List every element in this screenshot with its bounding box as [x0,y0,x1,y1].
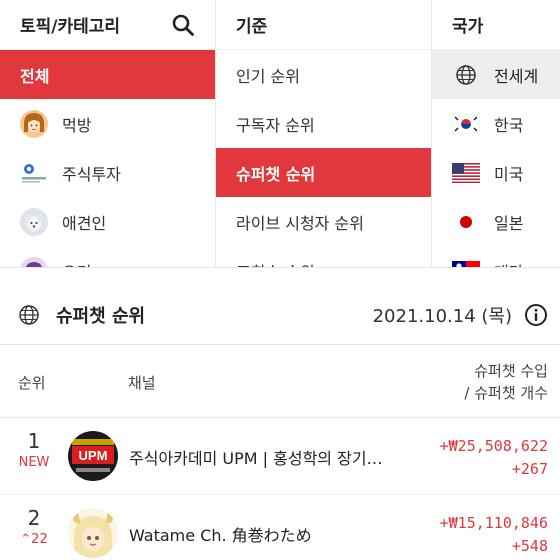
category-header-label: 토픽/카테고리 [20,17,121,37]
channel-name[interactable]: 주식아카데미 UPM | 홍성학의 장기투자 [129,445,385,469]
country-item-label: 한국 [494,115,524,135]
dog-avatar-icon [20,207,48,236]
globe-icon [19,304,39,325]
country-item-taiwan[interactable]: 대만 [432,246,560,268]
category-item-label: 전체 [20,66,50,86]
category-item-dog[interactable]: 애견인 [0,197,215,246]
criteria-item-label: 조회수 순위 [236,259,315,268]
country-header: 국가 [432,0,560,50]
rank-number: 2 [27,506,41,530]
taiwan-flag-icon [452,260,480,267]
category-item-label: 요리 [62,259,91,268]
ranking-header: 슈퍼챗 순위 2021.10.14 (목) [0,285,560,345]
channel-name[interactable]: Watame Ch. 角巻わため [129,522,385,546]
cooking-avatar-icon [20,256,48,267]
usa-flag-icon [452,162,480,183]
channel-avatar-text: UPM [79,448,108,463]
category-item-cooking[interactable]: 요리 [0,246,215,268]
rank-number: 1 [27,429,41,453]
criteria-item-label: 슈퍼챗 순위 [236,164,316,184]
search-icon[interactable] [171,13,195,37]
rank-change: ⌃22 [20,532,48,547]
criteria-column: 기준 인기 순위 구독자 순위 슈퍼챗 순위 라이브 시청자 순위 조회수 순위 [216,0,432,268]
criteria-item-live-viewers[interactable]: 라이브 시청자 순위 [216,197,431,246]
criteria-item-views[interactable]: 조회수 순위 [216,246,431,268]
ranking-date[interactable]: 2021.10.14 (목) [373,302,512,328]
info-icon[interactable] [524,303,548,327]
country-item-usa[interactable]: 미국 [432,148,560,197]
category-item-label: 애견인 [62,213,107,233]
country-item-worldwide[interactable]: 전세계 [432,50,560,99]
superchat-metric: +₩15,110,846 +548 [440,512,548,558]
superchat-amount: +₩25,508,622 [439,437,548,455]
country-item-label: 대만 [494,259,523,268]
superchat-metric: +₩25,508,622 +267 [440,435,548,481]
channel-avatar[interactable] [68,508,118,558]
superchat-amount: +₩15,110,846 [439,514,548,532]
superchat-count: +548 [511,537,548,555]
country-column: 국가 전세계 한국 미국 일본 [432,0,560,268]
superchat-count: +267 [511,460,548,478]
table-header: 순위 채널 슈퍼챗 수입 / 슈퍼챗 개수 [0,346,560,418]
ranking-title: 슈퍼챗 순위 [56,305,146,327]
category-item-stocks[interactable]: 주식투자 [0,148,215,197]
criteria-item-label: 구독자 순위 [236,115,315,135]
mukbang-avatar-icon [20,109,48,138]
criteria-header-label: 기준 [236,17,268,37]
column-header-metric: 슈퍼챗 수입 / 슈퍼챗 개수 [464,360,548,404]
korea-flag-icon [452,113,480,134]
country-item-label: 일본 [494,213,524,233]
japan-flag-icon [452,211,480,232]
category-item-all[interactable]: 전체 [0,50,215,99]
category-item-mukbang[interactable]: 먹방 [0,99,215,148]
criteria-item-label: 라이브 시청자 순위 [236,213,364,233]
filter-panel: 토픽/카테고리 전체 먹방 주식투자 애견인 기준 인기 순위 구독자 순위 슈… [0,0,560,268]
rank-change: NEW [18,455,50,470]
criteria-item-subscribers[interactable]: 구독자 순위 [216,99,431,148]
category-column: 토픽/카테고리 전체 먹방 주식투자 애견인 [0,0,216,268]
category-item-label: 주식투자 [62,164,121,184]
country-item-korea[interactable]: 한국 [432,99,560,148]
country-item-japan[interactable]: 일본 [432,197,560,246]
table-row[interactable]: 1 NEW UPM 주식아카데미 UPM | 홍성학의 장기투자 +₩25,50… [0,419,560,495]
rank-cell: 2 ⌃22 [0,506,68,547]
stock-logo-icon [20,158,48,187]
channel-avatar[interactable]: UPM [68,431,118,481]
country-item-label: 미국 [494,164,524,184]
country-header-label: 국가 [452,17,484,37]
criteria-header: 기준 [216,0,431,50]
column-header-metric-line2: / 슈퍼챗 개수 [464,384,548,402]
column-header-rank: 순위 [18,374,46,392]
category-header: 토픽/카테고리 [0,0,215,50]
criteria-item-label: 인기 순위 [236,66,300,86]
category-item-label: 먹방 [62,115,92,135]
column-header-metric-line1: 슈퍼챗 수입 [474,362,548,380]
criteria-item-superchat[interactable]: 슈퍼챗 순위 [216,148,431,197]
country-item-label: 전세계 [494,66,539,86]
table-row[interactable]: 2 ⌃22 Watame Ch. 角巻わため +₩15,110,846 +548 [0,496,560,560]
rank-cell: 1 NEW [0,429,68,470]
globe-icon [452,64,480,85]
column-header-channel: 채널 [128,374,156,392]
criteria-item-popular[interactable]: 인기 순위 [216,50,431,99]
